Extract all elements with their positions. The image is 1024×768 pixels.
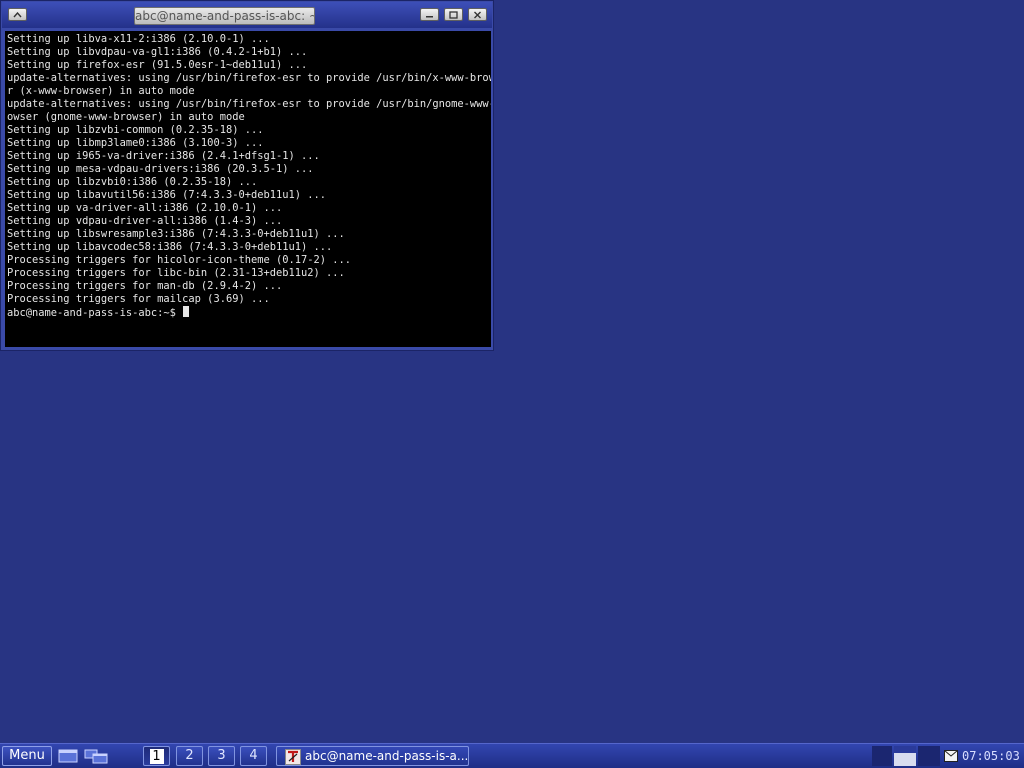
terminal-line: Processing triggers for libc-bin (2.31-1… bbox=[7, 267, 345, 279]
terminal-line: Setting up vdpau-driver-all:i386 (1.4-3)… bbox=[7, 215, 283, 227]
terminal-line: update-alternatives: using /usr/bin/fire… bbox=[7, 98, 491, 110]
mail-icon[interactable] bbox=[944, 750, 958, 762]
workspace-4-button[interactable]: 4 bbox=[240, 746, 267, 766]
terminal-line: Setting up libmp3lame0:i386 (3.100-3) ..… bbox=[7, 137, 264, 149]
terminal-line: Setting up libzvbi0:i386 (0.2.35-18) ... bbox=[7, 176, 258, 188]
maximize-button[interactable] bbox=[444, 8, 463, 21]
maximize-icon bbox=[449, 10, 458, 19]
window-list-icon[interactable] bbox=[84, 748, 110, 764]
terminal-line: Setting up libvdpau-va-gl1:i386 (0.4.2-1… bbox=[7, 46, 308, 58]
window-title: abc@name-and-pass-is-abc: ~ bbox=[134, 7, 315, 25]
terminal-line: Setting up libavutil56:i386 (7:4.3.3-0+d… bbox=[7, 189, 327, 201]
terminal-line: Processing triggers for mailcap (3.69) .… bbox=[7, 293, 270, 305]
taskbar-terminal-task[interactable]: abc@name-and-pass-is-a... bbox=[276, 746, 469, 766]
workspace-3-button[interactable]: 3 bbox=[208, 746, 235, 766]
terminal-line: owser (gnome-www-browser) in auto mode bbox=[7, 111, 245, 123]
terminal-line: Setting up mesa-vdpau-drivers:i386 (20.3… bbox=[7, 163, 314, 175]
terminal-line: Processing triggers for hicolor-icon-the… bbox=[7, 254, 352, 266]
terminal-line: Setting up libva-x11-2:i386 (2.10.0-1) .… bbox=[7, 33, 270, 45]
terminal-line: Processing triggers for man-db (2.9.4-2)… bbox=[7, 280, 283, 292]
task-label: abc@name-and-pass-is-a... bbox=[305, 749, 469, 763]
close-icon bbox=[474, 11, 481, 18]
terminal-line: Setting up libswresample3:i386 (7:4.3.3-… bbox=[7, 228, 345, 240]
terminal-line: Setting up va-driver-all:i386 (2.10.0-1)… bbox=[7, 202, 283, 214]
terminal-line: Setting up libzvbi-common (0.2.35-18) ..… bbox=[7, 124, 264, 136]
tray-pager[interactable] bbox=[894, 746, 916, 766]
tray-slot bbox=[872, 746, 892, 766]
terminal-prompt-line[interactable]: abc@name-and-pass-is-abc:~$ bbox=[7, 306, 491, 319]
window-menu-button[interactable] bbox=[8, 8, 27, 21]
workspace-1-button[interactable]: 1 bbox=[143, 746, 170, 766]
minimize-button[interactable] bbox=[420, 8, 439, 21]
show-desktop-icon[interactable] bbox=[58, 748, 78, 764]
terminal-line: update-alternatives: using /usr/bin/fire… bbox=[7, 72, 491, 84]
window-titlebar[interactable]: abc@name-and-pass-is-abc: ~ bbox=[2, 2, 492, 28]
terminal-output[interactable]: Setting up libva-x11-2:i386 (2.10.0-1) .… bbox=[5, 31, 491, 347]
taskbar: Menu 1 2 3 4 abc@name-and-pass-is-a... 0… bbox=[0, 743, 1024, 768]
minimize-icon bbox=[426, 16, 433, 18]
window-menu-icon bbox=[13, 11, 22, 17]
terminal-window[interactable]: abc@name-and-pass-is-abc: ~ Setting up l… bbox=[0, 0, 494, 351]
tray-slot bbox=[918, 746, 940, 766]
terminal-line: Setting up libavcodec58:i386 (7:4.3.3-0+… bbox=[7, 241, 333, 253]
terminal-line: Setting up i965-va-driver:i386 (2.4.1+df… bbox=[7, 150, 320, 162]
terminal-line: Setting up firefox-esr (91.5.0esr-1~deb1… bbox=[7, 59, 308, 71]
text-cursor bbox=[183, 306, 190, 317]
close-button[interactable] bbox=[468, 8, 487, 21]
clock: 07:05:03 bbox=[962, 749, 1020, 763]
terminal-app-icon bbox=[285, 749, 301, 765]
menu-button[interactable]: Menu bbox=[2, 746, 52, 766]
workspace-2-button[interactable]: 2 bbox=[176, 746, 203, 766]
terminal-line: r (x-www-browser) in auto mode bbox=[7, 85, 195, 97]
terminal-prompt: abc@name-and-pass-is-abc:~$ bbox=[7, 307, 183, 319]
